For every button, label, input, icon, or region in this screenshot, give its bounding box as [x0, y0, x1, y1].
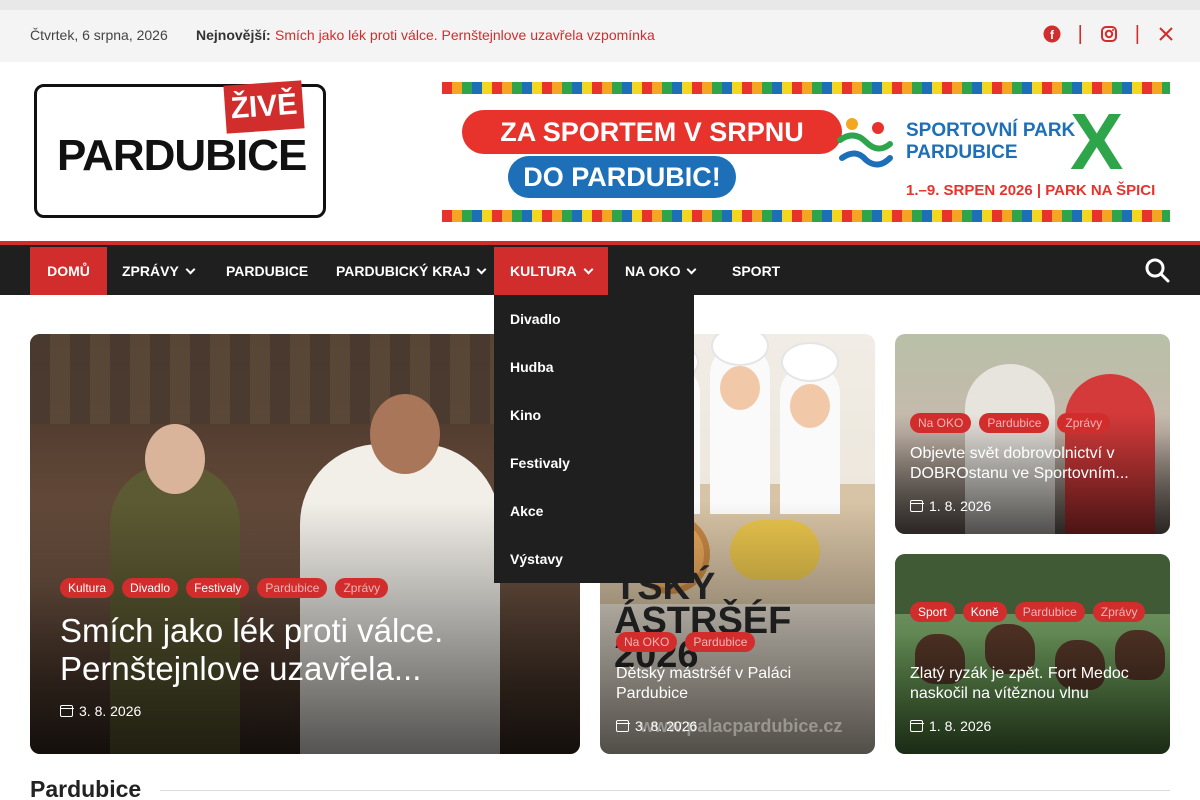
- image-figure: [145, 424, 205, 494]
- nav-item-news[interactable]: ZPRÁVY: [106, 247, 210, 295]
- article-tags: Kultura Divadlo Festivaly Pardubice Zprá…: [60, 578, 389, 598]
- image-figure: [370, 394, 440, 474]
- nav-item-culture[interactable]: KULTURA: [494, 247, 608, 295]
- tag-pardubice[interactable]: Pardubice: [979, 413, 1050, 433]
- article-tags: Na OKO Pardubice: [616, 632, 756, 652]
- nav-item-na-oko[interactable]: NA OKO: [609, 247, 711, 295]
- chevron-down-icon: [185, 264, 196, 274]
- section-title: Pardubice: [30, 776, 142, 800]
- site-logo[interactable]: PARDUBICE ŽIVĚ: [34, 80, 326, 218]
- latest-news-link[interactable]: Smích jako lék proti válce. Pernštejnlov…: [275, 27, 655, 43]
- nav-item-label: PARDUBICKÝ KRAJ: [336, 263, 471, 279]
- social-separator: |: [1077, 22, 1083, 45]
- article-date-text: 1. 8. 2026: [929, 498, 992, 514]
- top-bar: Čtvrtek, 6 srpna, 2026 Nejnovější: Smích…: [0, 10, 1200, 62]
- image-figure: [783, 344, 837, 380]
- instagram-icon[interactable]: [1097, 22, 1121, 46]
- banner-stripes-bottom: [442, 210, 1170, 222]
- search-icon[interactable]: [1144, 257, 1170, 283]
- social-links: f | |: [1040, 22, 1178, 46]
- calendar-icon: [909, 720, 924, 732]
- nav-item-label: SPORT: [732, 263, 781, 279]
- tag-horses[interactable]: Koně: [962, 602, 1007, 622]
- banner-dates: 1.–9. SRPEN 2026 | PARK NA ŠPICI: [906, 182, 1156, 199]
- nav-item-label: PARDUBICE: [226, 263, 309, 279]
- article-title[interactable]: Objevte svět dobrovolnictví v DOBROstanu…: [910, 444, 1155, 484]
- nav-item-pardubicky-kraj[interactable]: PARDUBICKÝ KRAJ: [320, 247, 501, 295]
- article-card[interactable]: Sport Koně Pardubice Zprávy Zlatý ryzák …: [895, 554, 1170, 754]
- article-tags: Sport Koně Pardubice Zprávy: [910, 602, 1160, 622]
- article-date: 3. 8. 2026: [615, 718, 698, 734]
- banner-headline-1: ZA SPORTEM V SRPNU: [462, 110, 842, 154]
- nav-item-sport[interactable]: SPORT: [716, 247, 796, 295]
- calendar-icon: [59, 705, 74, 717]
- sports-park-logo-icon: [837, 118, 893, 168]
- tag-festivals[interactable]: Festivaly: [186, 578, 250, 598]
- dropdown-item-festivals[interactable]: Festivaly: [494, 439, 694, 487]
- dropdown-item-theatre[interactable]: Divadlo: [494, 295, 694, 343]
- tag-culture[interactable]: Kultura: [60, 578, 115, 598]
- dropdown-item-music[interactable]: Hudba: [494, 343, 694, 391]
- logo-live-badge: ŽIVĚ: [223, 80, 305, 134]
- tag-sport[interactable]: Sport: [910, 602, 955, 622]
- nav-item-pardubice[interactable]: PARDUBICE: [210, 247, 324, 295]
- banner-brand-name: SPORTOVNÍ PARK PARDUBICE: [906, 120, 1076, 163]
- tag-pardubice[interactable]: Pardubice: [1014, 602, 1085, 622]
- dropdown-item-cinema[interactable]: Kino: [494, 391, 694, 439]
- current-date: Čtvrtek, 6 srpna, 2026: [30, 27, 168, 43]
- article-date-text: 3. 8. 2026: [635, 718, 698, 734]
- nav-item-home[interactable]: DOMŮ: [30, 247, 107, 295]
- tag-pardubice[interactable]: Pardubice: [685, 632, 756, 652]
- tag-news[interactable]: Zprávy: [1092, 602, 1146, 622]
- latest-label: Nejnovější:: [196, 27, 271, 43]
- tag-news[interactable]: Zprávy: [1057, 413, 1111, 433]
- article-tags: Na OKO Pardubice Zprávy: [910, 413, 1111, 433]
- image-figure: [790, 384, 830, 428]
- dropdown-item-exhibitions[interactable]: Výstavy: [494, 535, 694, 583]
- nav-item-label: NA OKO: [625, 263, 681, 279]
- chevron-down-icon: [476, 264, 487, 274]
- chevron-down-icon: [687, 264, 697, 274]
- tag-news[interactable]: Zprávy: [335, 578, 389, 598]
- culture-dropdown-menu: Divadlo Hudba Kino Festivaly Akce Výstav…: [494, 295, 694, 583]
- article-card[interactable]: Na OKO Pardubice Zprávy Objevte svět dob…: [895, 334, 1170, 534]
- article-date-text: 1. 8. 2026: [929, 718, 992, 734]
- facebook-icon[interactable]: f: [1040, 22, 1064, 46]
- article-title[interactable]: Dětský mástršéf v Paláci Pardubice: [616, 664, 856, 704]
- section-divider: [160, 790, 1170, 791]
- logo-text: PARDUBICE: [57, 131, 307, 180]
- article-title[interactable]: Smích jako lék proti válce. Pernštejnlov…: [60, 612, 540, 688]
- nav-item-label: DOMŮ: [47, 263, 90, 279]
- banner-stripes-top: [442, 82, 1170, 94]
- banner-brand-x: X: [1070, 97, 1124, 186]
- tag-pardubice[interactable]: Pardubice: [257, 578, 328, 598]
- x-icon[interactable]: [1154, 22, 1178, 46]
- nav-item-label: ZPRÁVY: [122, 263, 179, 279]
- article-date: 1. 8. 2026: [909, 718, 992, 734]
- tag-na-oko[interactable]: Na OKO: [910, 413, 972, 433]
- calendar-icon: [615, 720, 630, 732]
- tag-theatre[interactable]: Divadlo: [122, 578, 179, 598]
- top-strip: [0, 0, 1200, 10]
- nav-item-label: KULTURA: [510, 263, 577, 279]
- article-date: 3. 8. 2026: [59, 703, 142, 719]
- article-title[interactable]: Zlatý ryzák je zpět. Fort Medoc naskočil…: [910, 664, 1155, 704]
- chevron-down-icon: [583, 264, 594, 274]
- banner-headline-2: DO PARDUBIC!: [508, 156, 736, 198]
- article-date-text: 3. 8. 2026: [79, 703, 142, 719]
- tag-na-oko[interactable]: Na OKO: [616, 632, 678, 652]
- main-navigation: DOMŮ ZPRÁVY PARDUBICE PARDUBICKÝ KRAJ KU…: [0, 245, 1200, 295]
- dropdown-item-events[interactable]: Akce: [494, 487, 694, 535]
- social-separator: |: [1134, 22, 1140, 45]
- advertisement-banner[interactable]: ZA SPORTEM V SRPNU DO PARDUBIC! SPORTOVN…: [442, 82, 1170, 222]
- calendar-icon: [909, 500, 924, 512]
- article-date: 1. 8. 2026: [909, 498, 992, 514]
- image-figure: [720, 366, 760, 410]
